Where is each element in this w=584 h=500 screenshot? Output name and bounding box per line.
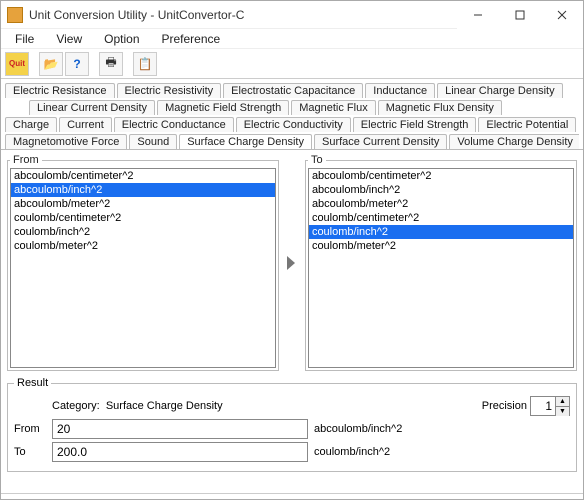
to-value-input[interactable] (52, 442, 308, 462)
list-item[interactable]: coulomb/centimeter^2 (11, 211, 275, 225)
menubar: File View Option Preference (1, 29, 583, 49)
to-legend: To (308, 154, 326, 166)
menu-option[interactable]: Option (94, 30, 149, 48)
tab[interactable]: Inductance (365, 83, 435, 98)
conversion-lists: From abcoulomb/centimeter^2abcoulomb/inc… (1, 150, 583, 375)
close-icon (557, 10, 567, 20)
tab[interactable]: Electric Conductivity (236, 117, 351, 132)
tab[interactable]: Magnetic Flux Density (378, 100, 502, 115)
list-item[interactable]: abcoulomb/inch^2 (309, 183, 573, 197)
tab[interactable]: Magnetic Flux (291, 100, 375, 115)
result-from-label: From (14, 423, 46, 435)
precision-up-button[interactable]: ▲ (555, 397, 569, 407)
menu-preference[interactable]: Preference (152, 30, 231, 48)
maximize-icon (515, 10, 525, 20)
from-value-input[interactable] (52, 419, 308, 439)
tab[interactable]: Electric Resistivity (117, 83, 222, 98)
open-icon: 📂 (44, 57, 59, 71)
copy-button[interactable]: 📋 (133, 52, 157, 76)
list-item[interactable]: coulomb/meter^2 (11, 239, 275, 253)
tab[interactable]: Linear Charge Density (437, 83, 562, 98)
menu-file[interactable]: File (5, 30, 44, 48)
arrow-right-icon (285, 254, 299, 272)
to-unit-label: coulomb/inch^2 (314, 446, 390, 458)
precision-spinner[interactable]: ▲ ▼ (530, 396, 570, 416)
from-legend: From (10, 154, 42, 166)
quit-button[interactable]: Quit (5, 52, 29, 76)
result-fieldset: Result Category: Surface Charge Density … (7, 377, 577, 472)
category-tabs: Electric ResistanceElectric ResistivityE… (1, 79, 583, 150)
statusbar (1, 493, 583, 499)
result-to-label: To (14, 446, 46, 458)
to-fieldset: To abcoulomb/centimeter^2abcoulomb/inch^… (305, 154, 577, 371)
result-legend: Result (14, 377, 51, 389)
list-item[interactable]: abcoulomb/meter^2 (309, 197, 573, 211)
list-item[interactable]: abcoulomb/centimeter^2 (11, 169, 275, 183)
from-listbox[interactable]: abcoulomb/centimeter^2abcoulomb/inch^2ab… (10, 168, 276, 368)
print-button[interactable]: 🖶 (99, 52, 123, 76)
to-listbox[interactable]: abcoulomb/centimeter^2abcoulomb/inch^2ab… (308, 168, 574, 368)
main-window: Unit Conversion Utility - UnitConvertor-… (0, 0, 584, 500)
help-icon: ? (73, 57, 80, 71)
minimize-icon (473, 10, 483, 20)
maximize-button[interactable] (499, 1, 541, 29)
tab[interactable]: Electric Field Strength (353, 117, 477, 132)
from-fieldset: From abcoulomb/centimeter^2abcoulomb/inc… (7, 154, 279, 371)
tab[interactable]: Current (59, 117, 112, 132)
list-item[interactable]: coulomb/inch^2 (309, 225, 573, 239)
list-item[interactable]: coulomb/inch^2 (11, 225, 275, 239)
list-item[interactable]: coulomb/centimeter^2 (309, 211, 573, 225)
precision-input[interactable] (531, 397, 555, 415)
tab[interactable]: Electrostatic Capacitance (223, 83, 363, 98)
toolbar: Quit 📂 ? 🖶 📋 (1, 49, 583, 79)
list-item[interactable]: abcoulomb/inch^2 (11, 183, 275, 197)
menu-view[interactable]: View (46, 30, 92, 48)
convert-arrow-button[interactable] (284, 252, 300, 274)
list-item[interactable]: abcoulomb/meter^2 (11, 197, 275, 211)
close-button[interactable] (541, 1, 583, 29)
tab[interactable]: Linear Current Density (29, 100, 155, 115)
tab[interactable]: Surface Current Density (314, 134, 447, 149)
tab[interactable]: Magnetic Field Strength (157, 100, 289, 115)
open-button[interactable]: 📂 (39, 52, 63, 76)
tab[interactable]: Charge (5, 117, 57, 132)
list-item[interactable]: coulomb/meter^2 (309, 239, 573, 253)
tab[interactable]: Magnetomotive Force (5, 134, 127, 149)
titlebar: Unit Conversion Utility - UnitConvertor-… (1, 1, 583, 29)
app-icon (7, 7, 23, 23)
from-unit-label: abcoulomb/inch^2 (314, 423, 402, 435)
category-label: Category: (52, 400, 100, 412)
category-value: Surface Charge Density (106, 400, 223, 412)
tab[interactable]: Electric Conductance (114, 117, 234, 132)
precision-label: Precision (482, 400, 527, 412)
print-icon: 🖶 (105, 53, 116, 74)
help-button[interactable]: ? (65, 52, 89, 76)
precision-down-button[interactable]: ▼ (555, 407, 569, 416)
tab[interactable]: Surface Charge Density (179, 134, 312, 149)
copy-icon: 📋 (138, 57, 153, 71)
list-item[interactable]: abcoulomb/centimeter^2 (309, 169, 573, 183)
tab[interactable]: Electric Resistance (5, 83, 115, 98)
tab[interactable]: Volume Charge Density (449, 134, 579, 149)
window-title: Unit Conversion Utility - UnitConvertor-… (29, 8, 244, 22)
tab[interactable]: Electric Potential (478, 117, 576, 132)
minimize-button[interactable] (457, 1, 499, 29)
tab[interactable]: Sound (129, 134, 177, 149)
